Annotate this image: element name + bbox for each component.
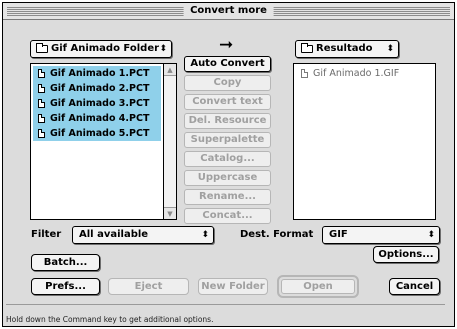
source-folder-label: Gif Animado Folder xyxy=(51,43,160,54)
source-folder-popup[interactable]: Gif Animado Folder ⬍ xyxy=(30,40,172,58)
eject-button[interactable]: Eject xyxy=(108,278,189,295)
concat-button[interactable]: Concat... xyxy=(184,208,271,224)
footer-hint: Hold down the Command key to get additio… xyxy=(6,315,214,324)
open-button-default-ring: Open xyxy=(277,275,359,298)
dest-format-value: GIF xyxy=(329,229,348,240)
new-folder-button[interactable]: New Folder xyxy=(198,278,268,295)
filter-popup[interactable]: All available ⬍ xyxy=(72,226,214,244)
folder-icon xyxy=(301,43,313,53)
scroll-up-arrow-icon[interactable]: ▲ xyxy=(164,64,176,76)
list-item[interactable]: Gif Animado 1.GIF xyxy=(296,66,434,81)
file-name: Gif Animado 3.PCT xyxy=(50,98,150,109)
prefs-button[interactable]: Prefs... xyxy=(31,278,100,295)
file-name: Gif Animado 2.PCT xyxy=(50,83,150,94)
popup-arrows-icon: ⬍ xyxy=(159,44,167,54)
file-name: Gif Animado 4.PCT xyxy=(50,113,150,124)
copy-button[interactable]: Copy xyxy=(184,75,271,91)
document-icon xyxy=(38,69,45,78)
dest-folder-label: Resultado xyxy=(316,43,373,54)
document-icon xyxy=(38,99,45,108)
list-item[interactable]: Gif Animado 2.PCT xyxy=(33,81,161,96)
document-icon xyxy=(38,114,45,123)
window-title: Convert more xyxy=(183,4,274,18)
popup-arrows-icon: ⬍ xyxy=(201,230,209,240)
right-arrow-icon: ➞ xyxy=(219,35,234,55)
file-name: Gif Animado 1.PCT xyxy=(50,68,150,79)
cancel-button[interactable]: Cancel xyxy=(389,278,440,295)
filter-value: All available xyxy=(79,229,149,240)
title-bar[interactable]: Convert more xyxy=(3,3,454,20)
dest-file-list[interactable]: Gif Animado 1.GIF xyxy=(293,63,436,220)
dest-file-items: Gif Animado 1.GIF xyxy=(296,66,434,217)
rename-button[interactable]: Rename... xyxy=(184,189,271,205)
auto-convert-button[interactable]: Auto Convert xyxy=(184,56,271,72)
batch-button[interactable]: Batch... xyxy=(31,254,100,271)
source-file-list[interactable]: Gif Animado 1.PCT Gif Animado 2.PCT Gif … xyxy=(30,63,177,220)
convert-text-button[interactable]: Convert text xyxy=(184,94,271,110)
document-icon xyxy=(38,129,45,138)
list-item[interactable]: Gif Animado 1.PCT xyxy=(33,66,161,81)
popup-arrows-icon: ⬍ xyxy=(427,230,435,240)
footer-divider xyxy=(6,304,445,305)
list-item[interactable]: Gif Animado 4.PCT xyxy=(33,111,161,126)
dest-folder-popup[interactable]: Resultado ⬍ xyxy=(295,40,399,58)
scroll-down-arrow-icon[interactable]: ▼ xyxy=(164,207,176,219)
document-icon xyxy=(301,69,308,78)
catalog-button[interactable]: Catalog... xyxy=(184,151,271,167)
options-button[interactable]: Options... xyxy=(373,246,439,263)
del-resource-button[interactable]: Del. Resource xyxy=(184,113,271,129)
superpalette-button[interactable]: Superpalette xyxy=(184,132,271,148)
list-item[interactable]: Gif Animado 5.PCT xyxy=(33,126,161,141)
list-item[interactable]: Gif Animado 3.PCT xyxy=(33,96,161,111)
popup-arrows-icon: ⬍ xyxy=(386,44,394,54)
filter-label: Filter xyxy=(31,229,62,240)
file-name: Gif Animado 1.GIF xyxy=(313,68,400,79)
source-file-items: Gif Animado 1.PCT Gif Animado 2.PCT Gif … xyxy=(33,66,161,217)
document-icon xyxy=(38,84,45,93)
uppercase-button[interactable]: Uppercase xyxy=(184,170,271,186)
source-list-scrollbar[interactable]: ▲ ▼ xyxy=(163,64,176,219)
folder-icon xyxy=(36,43,48,53)
file-name: Gif Animado 5.PCT xyxy=(50,128,150,139)
dest-format-popup[interactable]: GIF ⬍ xyxy=(322,226,440,244)
open-button[interactable]: Open xyxy=(281,279,355,294)
dest-format-label: Dest. Format xyxy=(240,229,314,240)
